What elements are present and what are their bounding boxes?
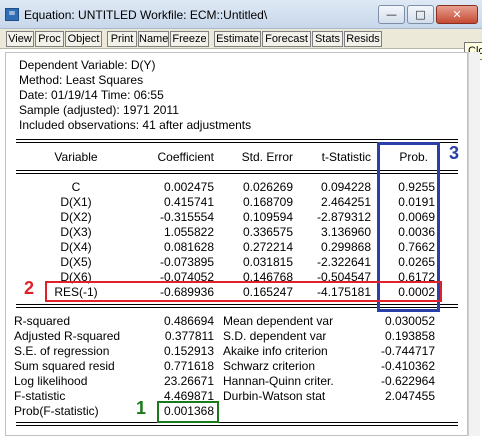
window-title: Equation: UNTITLED Workfile: ECM::Untitl… — [24, 8, 268, 22]
row-t-statistic: 0.299868 — [320, 240, 371, 254]
minimize-button[interactable]: — — [378, 5, 405, 24]
resids-button[interactable]: Resids — [344, 31, 382, 47]
stat-value: -0.744717 — [380, 344, 435, 358]
col-header-std-error: Std. Error — [241, 150, 293, 164]
stat-value: 0.486694 — [163, 314, 214, 328]
stat-value: 23.26671 — [163, 374, 214, 388]
stat-label: Adjusted R-squared — [14, 329, 121, 343]
stat-label: Mean dependent var — [223, 314, 334, 328]
row-variable: D(X1) — [60, 195, 92, 209]
eviews-equation-icon: = — [5, 8, 19, 21]
maximize-icon: □ — [415, 8, 426, 21]
row-variable: D(X4) — [60, 240, 92, 254]
row-t-statistic: 3.136960 — [320, 225, 371, 239]
sample-range: Sample (adjusted): 1971 2011 — [19, 103, 179, 117]
stat-label: Prob(F-statistic) — [14, 404, 99, 418]
row-coefficient: 0.081628 — [163, 240, 214, 254]
row-std-error: 0.168709 — [242, 195, 293, 209]
row-std-error: 0.336575 — [242, 225, 293, 239]
stat-label: F-statistic — [14, 389, 66, 403]
stat-label: Sum squared resid — [14, 359, 115, 373]
object-button[interactable]: Object — [65, 31, 102, 47]
row-coefficient: -0.315554 — [159, 210, 214, 224]
row-coefficient: 0.415741 — [163, 195, 214, 209]
col-header-variable: Variable — [54, 150, 98, 164]
stat-value: 0.030052 — [384, 314, 435, 328]
stat-value: 2.047455 — [384, 389, 435, 403]
estimation-date: Date: 01/19/14 Time: 06:55 — [19, 88, 164, 102]
stat-value: 0.771618 — [163, 359, 214, 373]
row-variable: D(X3) — [60, 225, 92, 239]
row-std-error: 0.031815 — [242, 255, 293, 269]
table-top-rule — [16, 139, 458, 140]
maximize-button[interactable]: □ — [407, 5, 434, 24]
row-variable: D(X5) — [60, 255, 92, 269]
row-t-statistic: 0.094228 — [320, 180, 371, 194]
stat-value: -0.622964 — [380, 374, 435, 388]
vertical-scrollbar[interactable] — [468, 52, 480, 436]
stat-label: Log likelihood — [14, 374, 88, 388]
row-std-error: 0.272214 — [242, 240, 293, 254]
estimate-button[interactable]: Estimate — [214, 31, 261, 47]
print-button[interactable]: Print — [107, 31, 137, 47]
stat-label: S.E. of regression — [14, 344, 110, 358]
stat-value: 0.377811 — [164, 329, 214, 343]
row-std-error: 0.109594 — [242, 210, 293, 224]
stat-label: Schwarz criterion — [223, 359, 316, 373]
row-coefficient: 0.002475 — [163, 180, 214, 194]
title-bar: = Equation: UNTITLED Workfile: ECM::Unti… — [0, 0, 482, 29]
minimize-icon: — — [386, 8, 397, 21]
col-header-t-statistic: t-Statistic — [321, 150, 371, 164]
name-button[interactable]: Name — [138, 31, 169, 47]
prob-f-highlight — [157, 401, 219, 423]
stat-label: Hannan-Quinn criter. — [223, 374, 334, 388]
stats-bottom-rule — [16, 422, 458, 423]
row-variable: C — [71, 180, 81, 194]
row-variable: D(X2) — [60, 210, 92, 224]
stat-label: S.D. dependent var — [223, 329, 327, 343]
stat-value: 0.152913 — [163, 344, 214, 358]
row-t-statistic: 2.464251 — [320, 195, 371, 209]
view-button[interactable]: View — [6, 31, 34, 47]
stats-bottom-rule-2 — [16, 425, 458, 426]
close-icon: ✕ — [452, 8, 462, 21]
dependent-variable: Dependent Variable: D(Y) — [19, 58, 156, 72]
stat-value: 0.193858 — [384, 329, 435, 343]
stat-label: Durbin-Watson stat — [223, 389, 326, 403]
estimation-method: Method: Least Squares — [19, 73, 144, 87]
close-button[interactable]: ✕ — [436, 5, 478, 24]
annotation-marker-3: 3 — [449, 143, 460, 163]
res-row-highlight — [45, 281, 442, 302]
freeze-button[interactable]: Freeze — [170, 31, 209, 47]
proc-button[interactable]: Proc — [35, 31, 64, 47]
annotation-marker-1: 1 — [136, 398, 147, 418]
stat-value: -0.410362 — [380, 359, 435, 373]
stat-label: Akaike info criterion — [223, 344, 328, 358]
row-coefficient: -0.073895 — [159, 255, 214, 269]
equation-toolbar: View Proc Object Print Name Freeze Estim… — [0, 29, 482, 49]
stat-label: R-squared — [14, 314, 71, 328]
col-header-coefficient: Coefficient — [157, 150, 214, 164]
row-coefficient: 1.055822 — [163, 225, 214, 239]
included-observations: Included observations: 41 after adjustme… — [19, 118, 252, 132]
row-t-statistic: -2.322641 — [316, 255, 371, 269]
annotation-marker-2: 2 — [24, 278, 35, 298]
stats-button[interactable]: Stats — [312, 31, 343, 47]
estimation-output: Dependent Variable: D(Y) Method: Least S… — [5, 52, 468, 436]
forecast-button[interactable]: Forecast — [262, 31, 311, 47]
row-t-statistic: -2.879312 — [316, 210, 371, 224]
row-std-error: 0.026269 — [242, 180, 293, 194]
